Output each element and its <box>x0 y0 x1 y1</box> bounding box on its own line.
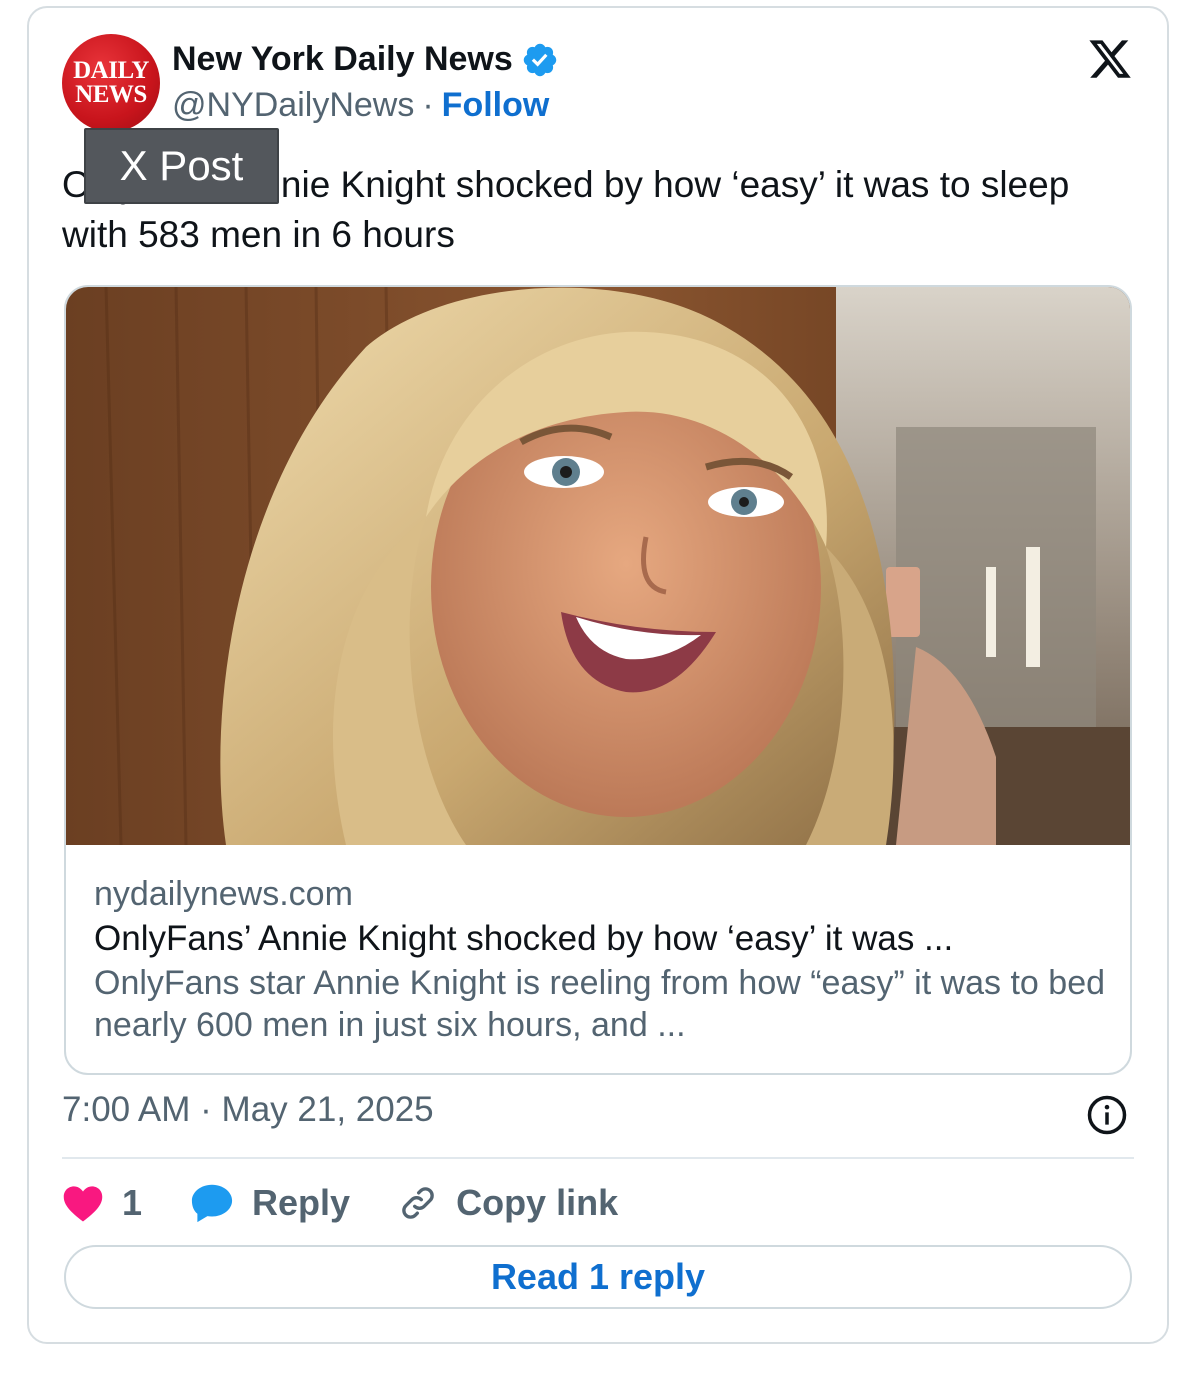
like-button[interactable]: 1 <box>62 1182 142 1224</box>
follow-button[interactable]: Follow <box>442 86 550 124</box>
avatar[interactable]: DAILY NEWS <box>62 34 160 132</box>
info-icon[interactable] <box>1086 1094 1128 1136</box>
post-time[interactable]: 7:00 AM <box>62 1090 190 1129</box>
link-icon <box>402 1187 434 1219</box>
link-preview-card[interactable]: nydailynews.com OnlyFans’ Annie Knight s… <box>64 285 1132 1075</box>
copy-link-button[interactable]: Copy link <box>398 1182 618 1224</box>
link-description: OnlyFans star Annie Knight is reeling fr… <box>94 964 1106 1044</box>
reply-button[interactable]: Reply <box>190 1182 350 1224</box>
verified-badge-icon <box>523 43 557 76</box>
reply-label: Reply <box>252 1182 351 1223</box>
speech-bubble-icon <box>191 1184 233 1223</box>
read-replies-button[interactable]: Read 1 reply <box>64 1245 1132 1309</box>
avatar-text-line-2: NEWS <box>75 81 147 108</box>
author-name[interactable]: New York Daily News <box>172 40 513 79</box>
author-name-row[interactable]: New York Daily News <box>172 40 559 79</box>
post-date[interactable]: May 21, 2025 <box>222 1090 434 1129</box>
separator-dot: · <box>422 86 434 124</box>
author-handle-row: @NYDailyNews · Follow <box>172 86 549 125</box>
link-domain: nydailynews.com <box>94 875 353 913</box>
link-title: OnlyFans’ Annie Knight shocked by how ‘e… <box>94 919 954 958</box>
avatar-text-line-1: DAILY <box>73 57 149 84</box>
link-preview-text[interactable]: nydailynews.com OnlyFans’ Annie Knight s… <box>94 872 1114 1046</box>
post-timestamp[interactable]: 7:00 AM · May 21, 2025 <box>62 1090 434 1130</box>
copy-link-label: Copy link <box>456 1182 619 1223</box>
separator-dot: · <box>200 1090 212 1129</box>
divider <box>62 1157 1134 1159</box>
photo-of-smiling-blonde-woman[interactable] <box>66 287 1132 845</box>
action-bar: 1 Reply Copy link <box>62 1175 666 1231</box>
tooltip-x-post: X Post <box>84 128 279 204</box>
heart-icon <box>63 1186 103 1222</box>
x-logo-icon[interactable] <box>1086 36 1134 82</box>
author-handle[interactable]: @NYDailyNews <box>172 86 414 124</box>
like-count: 1 <box>122 1182 143 1223</box>
